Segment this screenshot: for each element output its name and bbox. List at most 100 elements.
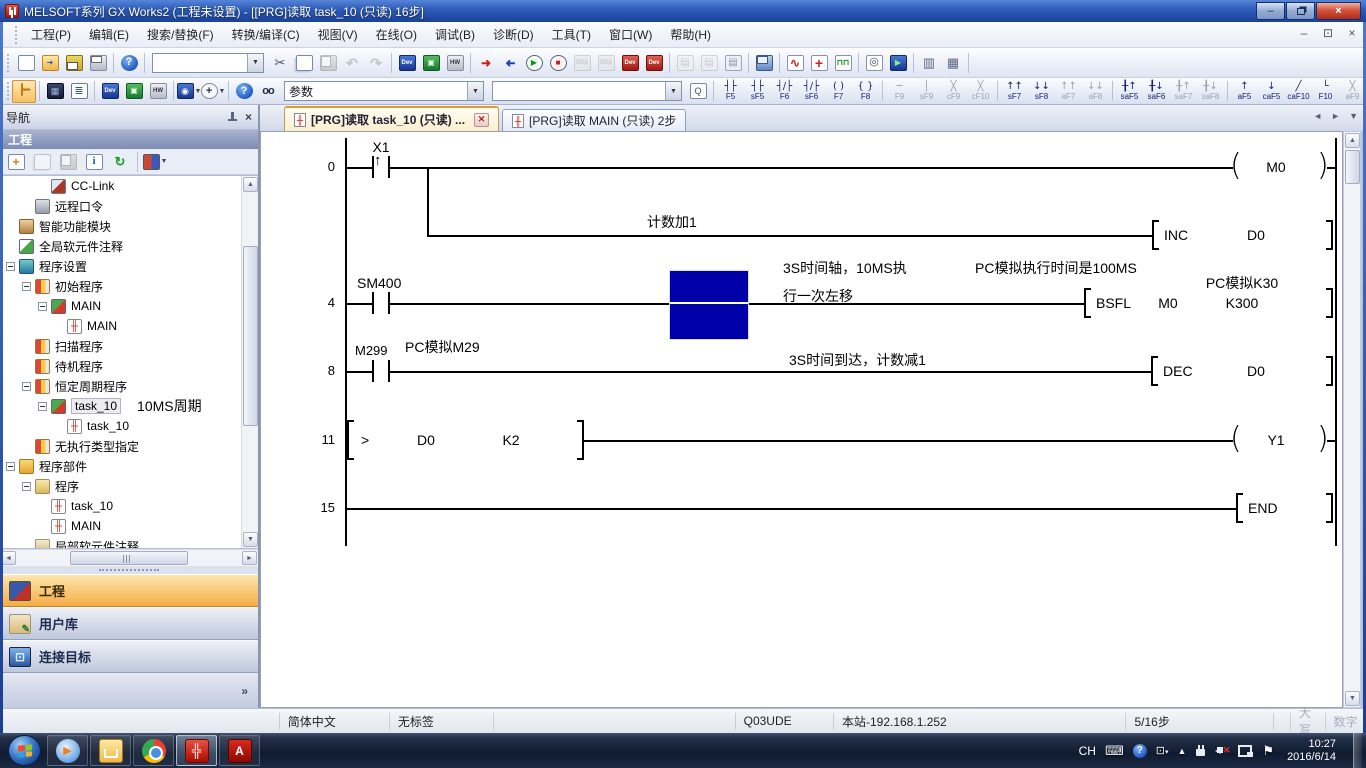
volume-muted-icon[interactable] [1215,744,1229,757]
ladder-canvas[interactable]: 0 4 8 11 15 X1 ↑ ( M0 ) 计数加1 INC D0 SM40… [260,131,1343,708]
menu-item-9[interactable]: 窗口(W) [600,22,661,47]
device-display-button[interactable]: ▼ [177,80,201,103]
user-library-button[interactable]: 用户库 [0,607,258,640]
power-icon[interactable] [1195,745,1206,757]
find-button[interactable] [256,80,280,103]
instruction-end[interactable]: END [1248,500,1278,516]
cut-button[interactable] [268,51,292,74]
taskbar-media-player-button[interactable]: ▶ [47,735,88,766]
read-from-plc-button[interactable] [498,51,522,74]
find-in-document-button[interactable] [686,80,710,103]
step-run-button[interactable] [831,51,855,74]
navigation-window-button[interactable] [12,80,36,103]
redo-button[interactable] [364,51,388,74]
open-contact-button[interactable]: ┤├F5 [717,79,744,104]
tab-main[interactable]: [PRG]读取 MAIN (只读) 2步 [502,109,686,131]
menu-item-10[interactable]: 帮助(H) [661,22,720,47]
closed-contact-or-button[interactable]: ┤/├sF6 [798,79,825,104]
tray-help-icon[interactable]: ? [1133,744,1147,758]
tree-item-task_10[interactable]: task_1010MS周期 [0,396,241,416]
scroll-down-icon[interactable]: ▼ [243,532,258,547]
open-project-button[interactable] [38,51,62,74]
mdi-close-button[interactable]: × [1344,26,1360,40]
screen-setting-button[interactable] [752,51,776,74]
operation-result-falling-button[interactable]: ↓caF5 [1258,79,1285,104]
pin-icon[interactable] [226,111,239,124]
paste-button[interactable] [316,51,340,74]
closed-contact-button[interactable]: ┤/├F6 [771,79,798,104]
copy-data-button[interactable] [30,150,54,173]
device-test-stop-button[interactable] [642,51,666,74]
print-button[interactable] [86,51,110,74]
menu-item-1[interactable]: 编辑(E) [80,22,138,47]
rising-pulse-close-button[interactable]: ╂↑saF5 [1116,79,1143,104]
restore-button[interactable] [1286,2,1315,20]
tree-expander-icon[interactable] [22,482,31,491]
sort-button[interactable]: ▼ [143,150,167,173]
tree-expander-icon[interactable] [38,402,47,411]
start-button[interactable] [8,735,41,766]
minimize-button[interactable]: – [1256,2,1285,20]
tree-horizontal-scrollbar[interactable]: ◄ ► [0,549,258,566]
tree-item-程序[interactable]: 程序 [0,476,241,496]
zoom-button[interactable]: ▼ [201,80,225,103]
taskbar-chrome-button[interactable] [133,735,174,766]
monitor-start-button[interactable] [522,51,546,74]
connection-destination-button[interactable]: 连接目标 [0,640,258,673]
rising-pulse-or-button[interactable]: ↑↑aF7 [1055,79,1082,104]
tab-task10[interactable]: [PRG]读取 task_10 (只读) ... ✕ [284,106,499,131]
invert-operation-result-button[interactable]: ╱caF10 [1285,79,1312,104]
menu-item-6[interactable]: 调试(B) [426,22,484,47]
tree-item-MAIN[interactable]: MAIN [0,296,241,316]
tree-item-程序设置[interactable]: 程序设置 [0,256,241,276]
tray-expand-icon[interactable]: ▲ [1177,746,1186,756]
menu-item-5[interactable]: 在线(O) [367,22,426,47]
watch-start-button[interactable] [886,51,910,74]
watch-window-button[interactable] [862,51,886,74]
tree-item-MAIN[interactable]: MAIN [0,316,241,336]
monitor-resume-button[interactable] [594,51,618,74]
instruction-bsfl[interactable]: BSFL [1096,295,1131,311]
chevron-down-icon[interactable]: ▼ [467,82,483,100]
instruction-dec[interactable]: DEC [1163,363,1193,379]
undo-button[interactable] [340,51,364,74]
operand-k300[interactable]: K300 [1206,295,1278,311]
operand-m0[interactable]: M0 [1146,295,1190,311]
device-setting-button[interactable] [146,80,170,103]
device-test-button[interactable] [618,51,642,74]
instruction-inc[interactable]: INC [1164,227,1188,243]
tray-window-icon[interactable]: ⊡▾ [1156,744,1169,757]
coil-m0[interactable]: M0 [1245,159,1307,175]
show-desktop-button[interactable] [1353,733,1362,768]
compare-operand-d0[interactable]: D0 [401,432,451,448]
coil-y1[interactable]: Y1 [1245,432,1307,448]
monitor-pause-button[interactable] [570,51,594,74]
menu-item-3[interactable]: 转换/编译(C) [223,22,309,47]
rising-pulse-close-or-button[interactable]: ╂↑saF7 [1170,79,1197,104]
panel-splitter[interactable] [0,566,258,574]
close-button[interactable]: × [1316,2,1361,20]
parameter-combo[interactable]: 参数▼ [284,81,484,101]
tree-expander-icon[interactable] [22,282,31,291]
close-panel-icon[interactable]: × [245,110,252,124]
network-icon[interactable] [1238,745,1253,757]
chevron-down-icon[interactable]: ▼ [665,82,681,100]
device-register-button[interactable] [443,51,467,74]
smart-search-button[interactable] [232,80,256,103]
tree-expander-icon[interactable] [22,382,31,391]
tab-scroll-right-icon[interactable]: ► [1331,111,1340,121]
ime-indicator[interactable]: CH [1079,744,1096,758]
scroll-left-icon[interactable]: ◄ [1,551,16,565]
contact-m299[interactable] [372,360,374,382]
window-tile-button[interactable] [697,51,721,74]
edit-cursor[interactable] [669,270,749,340]
tree-expander-icon[interactable] [38,302,47,311]
scan-time-high-button[interactable] [941,51,965,74]
chevron-down-icon[interactable]: ▼ [247,54,263,72]
open-contact-or-button[interactable]: ┤├sF5 [744,79,771,104]
operation-result-rising-button[interactable]: ↑aF5 [1231,79,1258,104]
data-property-button[interactable] [82,150,106,173]
tray-clock[interactable]: 10:27 2016/6/14 [1287,738,1336,764]
operand-d0[interactable]: D0 [1226,227,1286,243]
compare-operator[interactable]: > [361,432,369,448]
